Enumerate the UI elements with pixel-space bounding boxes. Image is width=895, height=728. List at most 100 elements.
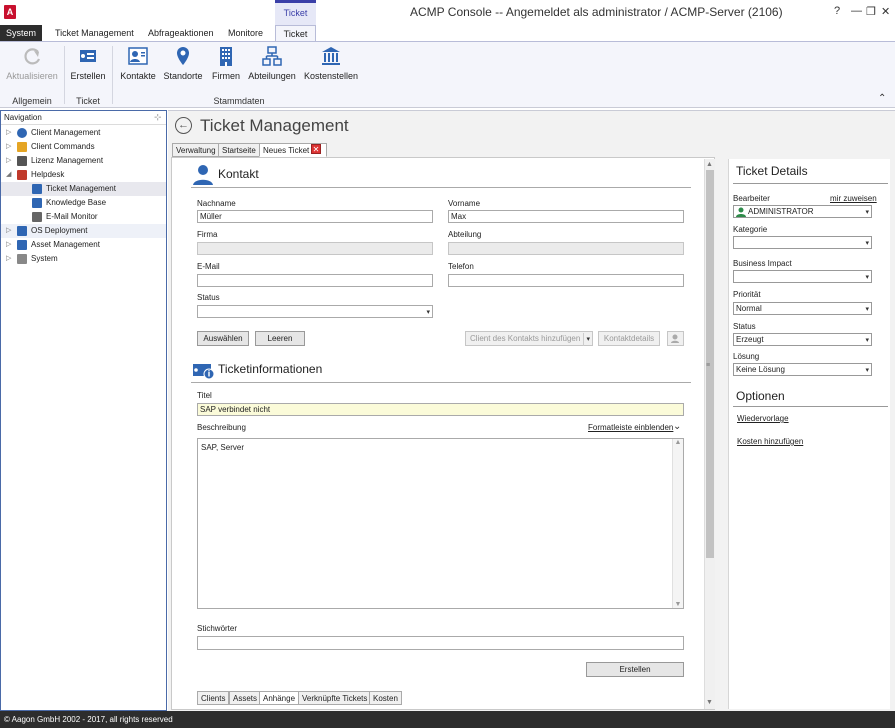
beschreibung-editor[interactable]: SAP, Server ▲ ▼ [197, 438, 684, 609]
kostenstellen-label: Kostenstellen [304, 71, 359, 81]
prioritaet-select[interactable]: Normal ▾ [733, 302, 872, 315]
auswaehlen-button[interactable]: Auswählen [197, 331, 249, 346]
telefon-field[interactable] [448, 274, 684, 287]
editor-scrollbar[interactable]: ▲ ▼ [672, 439, 683, 608]
bearbeiter-select[interactable]: ADMINISTRATOR ▾ [733, 205, 872, 218]
tab-ticket-management[interactable]: Ticket Management [49, 25, 140, 41]
expand-arrow-icon[interactable]: ▷ [6, 154, 11, 168]
kontakte-label: Kontakte [120, 71, 156, 81]
expand-arrow-icon[interactable]: ▷ [6, 238, 11, 252]
bearbeiter-value: ADMINISTRATOR [748, 207, 814, 216]
mir-zuweisen-link[interactable]: mir zuweisen [830, 194, 877, 203]
expand-arrow-icon[interactable]: ▷ [6, 252, 11, 266]
nav-item-label: Helpdesk [31, 170, 65, 179]
help-button[interactable]: ? [834, 5, 840, 17]
abteilungen-button[interactable]: Abteilungen [248, 45, 296, 81]
status-select[interactable]: ▾ [197, 305, 433, 318]
nav-item-system[interactable]: ▷ System [1, 252, 166, 266]
standorte-button[interactable]: Standorte [163, 45, 203, 81]
nav-item-helpdesk[interactable]: ◢ Helpdesk [1, 168, 166, 182]
abteilung-field[interactable] [448, 242, 684, 255]
titel-label: Titel [197, 391, 212, 400]
nav-item-asset-management[interactable]: ▷ Asset Management [1, 238, 166, 252]
titel-field[interactable]: SAP verbindet nicht [197, 403, 684, 416]
nav-item-client-commands[interactable]: ▷ Client Commands [1, 140, 166, 154]
chevron-down-icon: ▾ [865, 209, 869, 216]
expand-arrow-icon[interactable]: ▷ [6, 224, 11, 238]
prioritaet-label: Priorität [733, 290, 761, 299]
expand-arrow-icon[interactable]: ▷ [6, 140, 11, 154]
firmen-button[interactable]: Firmen [210, 45, 242, 81]
firma-field[interactable] [197, 242, 433, 255]
close-window-button[interactable]: ✕ [881, 5, 890, 18]
nav-item-client-management[interactable]: ▷ Client Management [1, 126, 166, 140]
nachname-field[interactable]: Müller [197, 210, 433, 223]
scroll-up-icon[interactable]: ▲ [706, 161, 713, 168]
pin-icon[interactable]: ⊹ [154, 112, 162, 123]
business-impact-select[interactable]: ▾ [733, 270, 872, 283]
loesung-value: Keine Lösung [736, 365, 785, 374]
back-arrow-icon[interactable]: ← [175, 117, 192, 134]
business-impact-label: Business Impact [733, 259, 792, 268]
client-hinzufuegen-label: Client des Kontakts hinzufügen [470, 334, 581, 343]
tab-verwaltung[interactable]: Verwaltung [172, 143, 220, 157]
wiedervorlage-link[interactable]: Wiedervorlage [737, 414, 789, 423]
erstellen-button[interactable]: Erstellen [586, 662, 684, 677]
expand-arrow-icon[interactable]: ▷ [6, 126, 11, 140]
vorname-field[interactable]: Max [448, 210, 684, 223]
tab-ticket[interactable]: Ticket [275, 25, 316, 41]
erstellen-ticket-button[interactable]: Erstellen [68, 45, 108, 81]
close-tab-icon[interactable]: ✕ [311, 144, 321, 154]
status-detail-select[interactable]: Erzeugt ▾ [733, 333, 872, 346]
scroll-up-icon[interactable]: ▲ [673, 439, 683, 446]
nav-item-e-mail-monitor[interactable]: E-Mail Monitor [1, 210, 166, 224]
nav-item-os-deployment[interactable]: ▷ OS Deployment [1, 224, 166, 238]
bearbeiter-label: Bearbeiter [733, 194, 770, 203]
restore-button[interactable]: ❐ [866, 5, 876, 18]
collapse-arrow-icon[interactable]: ◢ [6, 168, 11, 182]
tab-system[interactable]: System [0, 25, 42, 41]
scroll-down-icon[interactable]: ▼ [706, 699, 713, 706]
tab-abfrageaktionen[interactable]: Abfrageaktionen [142, 25, 220, 41]
formatleiste-link[interactable]: Formatleiste einblenden [588, 423, 673, 432]
nav-item-lizenz-management[interactable]: ▷ Lizenz Management [1, 154, 166, 168]
chevron-down-icon: ▾ [583, 333, 590, 346]
firmen-label: Firmen [211, 71, 240, 81]
nav-item-label: OS Deployment [31, 226, 88, 235]
kategorie-select[interactable]: ▾ [733, 236, 872, 249]
leeren-button[interactable]: Leeren [255, 331, 305, 346]
double-chevron-down-icon[interactable]: ⌄ [673, 421, 681, 432]
loesung-label: Lösung [733, 352, 760, 361]
tab-startseite[interactable]: Startseite [218, 143, 260, 157]
app-logo-icon: A [4, 5, 16, 19]
tab-clients[interactable]: Clients [197, 691, 230, 705]
kostenstellen-button[interactable]: Kostenstellen [304, 45, 358, 81]
contact-search-icon [671, 334, 679, 343]
loesung-select[interactable]: Keine Lösung ▾ [733, 363, 872, 376]
tab-verknuepfte-tickets[interactable]: Verknüpfte Tickets [298, 691, 372, 705]
ticket-info-icon [193, 364, 215, 380]
window-title: ACMP Console -- Angemeldet als administr… [410, 5, 783, 19]
client-hinzufuegen-button[interactable]: Client des Kontakts hinzufügen ▾ [465, 331, 593, 346]
stichwoerter-field[interactable] [197, 636, 684, 650]
aktualisieren-button[interactable]: Aktualisieren [4, 45, 60, 81]
tab-monitore[interactable]: Monitore [222, 25, 269, 41]
tab-anhaenge[interactable]: Anhänge [259, 691, 300, 705]
status-detail-label: Status [733, 322, 756, 331]
tab-assets[interactable]: Assets [229, 691, 262, 705]
kontaktdetails-button[interactable]: Kontaktdetails [598, 331, 660, 346]
scroll-down-icon[interactable]: ▼ [673, 601, 683, 608]
kategorie-label: Kategorie [733, 225, 768, 234]
nav-item-knowledge-base[interactable]: Knowledge Base [1, 196, 166, 210]
contact-lookup-button[interactable] [667, 331, 684, 346]
tab-kosten[interactable]: Kosten [369, 691, 402, 705]
stichwoerter-label: Stichwörter [197, 624, 238, 633]
prioritaet-value: Normal [736, 304, 762, 313]
nav-item-ticket-management[interactable]: Ticket Management [1, 182, 166, 196]
ribbon-collapse-button[interactable]: ⌃ [878, 93, 886, 104]
minimize-button[interactable]: — [851, 5, 862, 17]
email-field[interactable] [197, 274, 433, 287]
kontakte-button[interactable]: Kontakte [119, 45, 157, 81]
chevron-down-icon: ▾ [865, 240, 869, 247]
kosten-hinzufuegen-link[interactable]: Kosten hinzufügen [737, 437, 803, 446]
